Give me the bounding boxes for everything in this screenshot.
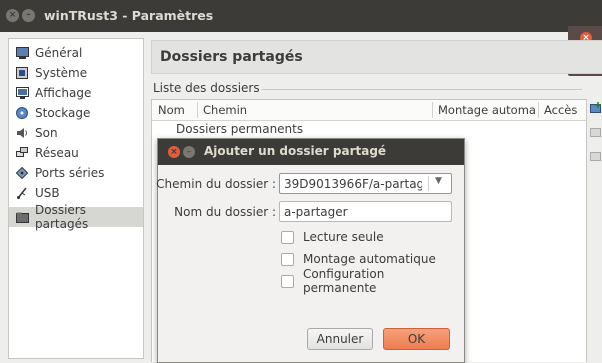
sidebar-item-label: Son bbox=[35, 126, 58, 140]
sidebar-item-label: Affichage bbox=[35, 86, 92, 100]
dialog-title: Ajouter un dossier partagé bbox=[204, 144, 387, 158]
permanent-config-checkbox[interactable]: Configuration permanente bbox=[281, 267, 461, 295]
sidebar-item-label: Réseau bbox=[35, 146, 79, 160]
combo-divider bbox=[428, 176, 429, 191]
sidebar-item-label: Stockage bbox=[35, 106, 91, 120]
column-header-automount[interactable]: Montage automati bbox=[438, 103, 536, 117]
read-only-checkbox[interactable]: Lecture seule bbox=[281, 228, 461, 246]
storage-icon bbox=[15, 106, 29, 120]
chevron-down-icon[interactable]: ▼ bbox=[435, 176, 442, 186]
window-titlebar: × – winTRust3 - Paramètres bbox=[0, 0, 602, 32]
checkbox-box[interactable] bbox=[281, 230, 294, 244]
general-icon bbox=[15, 46, 29, 60]
list-item[interactable]: Dossiers permanents bbox=[176, 122, 303, 136]
sidebar-item-label: Ports séries bbox=[35, 166, 105, 180]
folder-list-label: Liste des dossiers bbox=[153, 81, 260, 95]
cancel-button[interactable]: Annuler bbox=[307, 328, 373, 350]
column-header-name[interactable]: Nom bbox=[158, 103, 198, 117]
shared-folders-icon bbox=[15, 210, 29, 224]
column-divider bbox=[197, 102, 198, 118]
window-title: winTRust3 - Paramètres bbox=[44, 8, 214, 23]
sidebar-item-storage[interactable]: Stockage bbox=[9, 103, 143, 123]
checkbox-box[interactable] bbox=[281, 252, 294, 266]
usb-icon bbox=[15, 186, 29, 200]
settings-sidebar: Général Système Affichage Stockage Son R… bbox=[8, 38, 144, 359]
edit-folder-icon[interactable] bbox=[590, 126, 602, 138]
network-icon bbox=[15, 146, 29, 160]
column-divider bbox=[538, 102, 539, 118]
page-title: Dossiers partagés bbox=[160, 49, 303, 65]
checkbox-label: Configuration permanente bbox=[302, 267, 385, 295]
folder-path-value: 39D9013966F/a-partager bbox=[284, 177, 422, 191]
display-icon bbox=[15, 86, 29, 100]
sidebar-item-label: Dossiers partagés bbox=[35, 203, 89, 231]
window-controls: × – bbox=[6, 9, 35, 22]
dialog-minimize-button[interactable]: – bbox=[183, 146, 195, 158]
sidebar-item-label: Système bbox=[35, 66, 88, 80]
ok-button[interactable]: OK bbox=[383, 328, 450, 350]
close-window-button[interactable]: × bbox=[6, 9, 19, 22]
sidebar-item-label: USB bbox=[35, 186, 60, 200]
sidebar-item-shared-folders[interactable]: Dossiers partagés bbox=[9, 203, 143, 231]
sidebar-item-general[interactable]: Général bbox=[9, 43, 143, 63]
remove-folder-icon[interactable] bbox=[590, 150, 602, 162]
folder-name-input[interactable]: a-partager bbox=[279, 201, 452, 222]
column-divider bbox=[432, 102, 433, 118]
system-icon bbox=[15, 66, 29, 80]
dialog-close-button[interactable]: × bbox=[168, 146, 180, 158]
column-header-access[interactable]: Accès bbox=[544, 103, 584, 117]
checkbox-label: Montage automatique bbox=[303, 252, 436, 266]
section-divider bbox=[262, 89, 582, 90]
dialog-titlebar: × – Ajouter un dossier partagé bbox=[158, 139, 464, 165]
checkbox-box[interactable] bbox=[281, 274, 294, 288]
folder-name-label: Nom du dossier : bbox=[174, 205, 276, 219]
minimize-window-button[interactable]: – bbox=[22, 9, 35, 22]
page-header: Dossiers partagés bbox=[151, 40, 602, 74]
auto-mount-checkbox[interactable]: Montage automatique bbox=[281, 250, 461, 268]
add-shared-folder-dialog: × – Ajouter un dossier partagé Chemin du… bbox=[156, 138, 465, 363]
sidebar-item-serial-ports[interactable]: Ports séries bbox=[9, 163, 143, 183]
folder-name-value: a-partager bbox=[284, 205, 348, 219]
column-header-path[interactable]: Chemin bbox=[203, 103, 428, 117]
folder-path-combobox[interactable]: 39D9013966F/a-partager ▼ bbox=[279, 173, 452, 194]
sidebar-item-network[interactable]: Réseau bbox=[9, 143, 143, 163]
table-header: Nom Chemin Montage automati Accès bbox=[152, 100, 586, 121]
sidebar-item-display[interactable]: Affichage bbox=[9, 83, 143, 103]
checkbox-label: Lecture seule bbox=[303, 230, 384, 244]
folder-path-label: Chemin du dossier : bbox=[156, 177, 276, 191]
audio-icon bbox=[15, 126, 29, 140]
sidebar-item-usb[interactable]: USB bbox=[9, 183, 143, 203]
sidebar-item-label: Général bbox=[35, 46, 83, 60]
serial-ports-icon bbox=[15, 166, 29, 180]
add-folder-icon[interactable] bbox=[590, 102, 602, 114]
sidebar-item-audio[interactable]: Son bbox=[9, 123, 143, 143]
sidebar-item-system[interactable]: Système bbox=[9, 63, 143, 83]
